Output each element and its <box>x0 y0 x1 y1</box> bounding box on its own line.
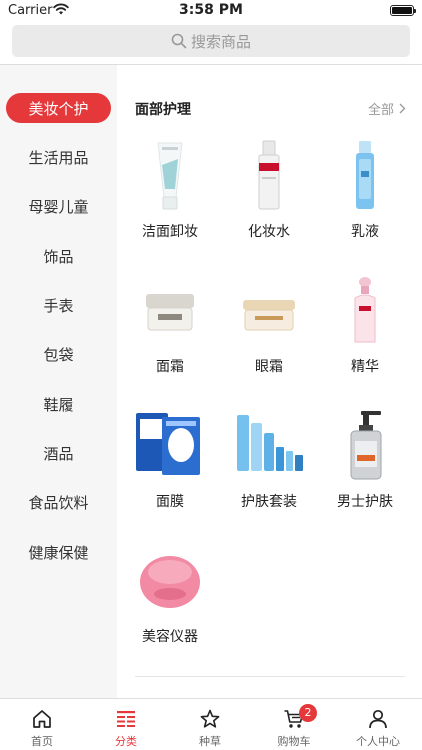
category-sidebar: 美妆个护 生活用品 母婴儿童 饰品 手表 包袋 鞋履 酒品 食品饮料 健康保健 <box>0 65 117 698</box>
sidebar-item-label: 手表 <box>43 296 74 315</box>
sidebar-item-label: 生活用品 <box>28 148 89 167</box>
sidebar-item-label: 健康保健 <box>28 543 89 562</box>
sidebar-item-bags[interactable]: 包袋 <box>0 338 117 370</box>
face-cream-jar-icon <box>146 294 194 331</box>
cart-badge: 2 <box>299 704 317 722</box>
product-name: 男士护肤 <box>337 494 393 510</box>
product-name: 美容仪器 <box>142 629 198 645</box>
search-input[interactable]: 搜索商品 <box>12 25 410 57</box>
skincare-set-icon <box>237 415 303 471</box>
section-title: 面部护理 <box>135 102 191 118</box>
person-icon <box>369 709 387 729</box>
tab-label: 购物车 <box>277 735 311 748</box>
product-toner[interactable]: 化妆水 <box>219 137 319 241</box>
tab-profile[interactable]: 个人中心 <box>336 699 420 750</box>
sidebar-item-beauty[interactable]: 美妆个护 <box>6 93 111 123</box>
tab-label: 首页 <box>31 735 53 748</box>
tab-label: 个人中心 <box>356 735 400 748</box>
sidebar-item-jewelry[interactable]: 饰品 <box>0 240 117 272</box>
sidebar-item-label: 酒品 <box>43 444 74 463</box>
sidebar-item-health[interactable]: 健康保健 <box>0 536 117 568</box>
search-placeholder: 搜索商品 <box>190 32 251 51</box>
product-name: 乳液 <box>351 224 379 240</box>
beauty-device-icon <box>140 556 200 608</box>
sidebar-item-label: 鞋履 <box>43 395 74 414</box>
view-all-label: 全部 <box>367 103 394 118</box>
tab-category[interactable]: 分类 <box>84 699 168 750</box>
lotion-bottle-icon <box>356 141 374 209</box>
sidebar-item-label: 包袋 <box>43 345 74 364</box>
face-mask-icon <box>136 413 200 475</box>
sidebar-item-daily-goods[interactable]: 生活用品 <box>0 141 117 173</box>
tab-home[interactable]: 首页 <box>0 699 84 750</box>
product-name: 化妆水 <box>248 224 290 240</box>
sidebar-item-label: 饰品 <box>43 247 74 266</box>
battery-icon <box>390 5 416 16</box>
pump-bottle-icon <box>350 411 382 480</box>
star-icon <box>200 709 220 728</box>
product-beauty-device[interactable]: 美容仪器 <box>120 542 220 646</box>
home-icon <box>33 710 51 728</box>
view-all-link[interactable]: 全部 <box>368 99 406 118</box>
sidebar-item-baby[interactable]: 母婴儿童 <box>0 190 117 222</box>
product-name: 面霜 <box>156 359 184 375</box>
sidebar-item-label: 美妆个护 <box>28 99 89 118</box>
sidebar-item-food[interactable]: 食品饮料 <box>0 486 117 518</box>
tab-cart[interactable]: 2 购物车 <box>252 699 336 750</box>
product-name: 精华 <box>351 359 379 375</box>
eye-cream-jar-icon <box>243 300 295 331</box>
sidebar-item-label: 母婴儿童 <box>28 197 89 216</box>
toner-bottle-icon <box>258 140 280 210</box>
category-content: 面部护理 全部 洁面卸妆 化妆水 乳液 面霜 眼霜 精华 面膜 护肤套装 男士护… <box>117 65 422 698</box>
category-icon <box>117 711 135 727</box>
product-name: 眼霜 <box>255 359 283 375</box>
search-bar: 搜索商品 <box>0 22 422 64</box>
product-lotion[interactable]: 乳液 <box>315 137 415 241</box>
content-divider <box>135 676 405 677</box>
product-face-cream[interactable]: 面霜 <box>120 272 220 376</box>
product-name: 护肤套装 <box>241 494 297 510</box>
sidebar-item-wine[interactable]: 酒品 <box>0 437 117 469</box>
sidebar-item-watches[interactable]: 手表 <box>0 289 117 321</box>
product-name: 洁面卸妆 <box>142 224 198 240</box>
essence-bottle-icon <box>354 277 376 343</box>
status-time: 3:58 PM <box>179 2 243 18</box>
product-mens-skincare[interactable]: 男士护肤 <box>315 407 415 511</box>
product-eye-cream[interactable]: 眼霜 <box>219 272 319 376</box>
product-face-mask[interactable]: 面膜 <box>120 407 220 511</box>
product-essence[interactable]: 精华 <box>315 272 415 376</box>
tab-label: 种草 <box>199 735 221 748</box>
status-bar: Carrier 3:58 PM <box>0 0 422 22</box>
product-cleanser[interactable]: 洁面卸妆 <box>120 137 220 241</box>
tab-label: 分类 <box>115 735 137 748</box>
chevron-right-icon <box>399 103 406 114</box>
cleanser-tube-icon <box>157 142 183 210</box>
product-name: 面膜 <box>156 494 184 510</box>
search-icon <box>171 33 187 49</box>
product-skincare-set[interactable]: 护肤套装 <box>219 407 319 511</box>
sidebar-item-shoes[interactable]: 鞋履 <box>0 388 117 420</box>
tab-recommend[interactable]: 种草 <box>168 699 252 750</box>
sidebar-item-label: 食品饮料 <box>28 493 89 512</box>
tab-bar: 首页 分类 种草 2 购物车 个人中心 <box>0 698 422 750</box>
